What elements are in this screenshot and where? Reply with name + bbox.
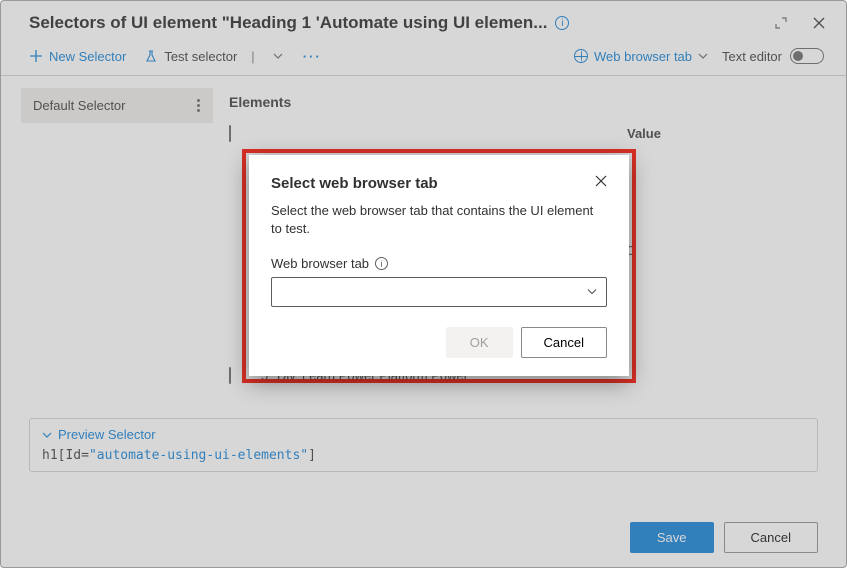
browser-tab-select[interactable]	[271, 277, 607, 307]
dialog-close-icon[interactable]	[595, 175, 607, 190]
dialog-cancel-button[interactable]: Cancel	[521, 327, 607, 358]
ok-button[interactable]: OK	[446, 327, 513, 358]
dialog-description: Select the web browser tab that contains…	[271, 202, 607, 238]
dialog-title: Select web browser tab	[271, 175, 438, 192]
browser-tab-field-label: Web browser tab	[271, 256, 369, 271]
info-icon[interactable]: i	[375, 257, 388, 270]
select-browser-tab-dialog: Select web browser tab Select the web br…	[249, 155, 629, 376]
